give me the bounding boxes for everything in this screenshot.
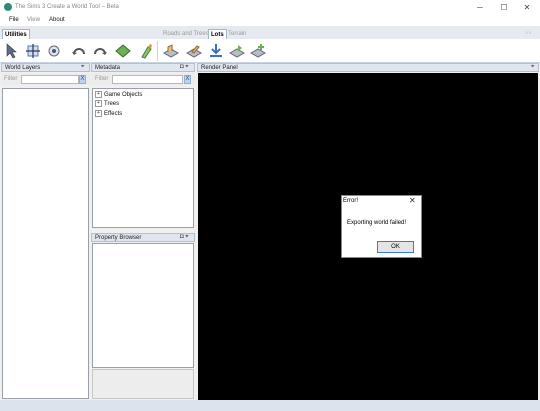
error-message: Exporting world failed! xyxy=(347,220,407,226)
lot-icon[interactable] xyxy=(162,42,180,60)
world-layers-filter-label: Filter xyxy=(4,76,18,82)
expand-trees-icon[interactable]: + xyxy=(95,100,102,107)
world-layers-list[interactable] xyxy=(2,88,89,399)
render-panel-header: Render Panel xyxy=(197,63,539,72)
world-layers-filter-clear-button[interactable]: X xyxy=(79,75,86,84)
tab-scroll-controls[interactable]: ‹ › xyxy=(526,30,531,36)
tree-item-label: Game Objects xyxy=(104,92,143,99)
paint-brush-icon[interactable] xyxy=(137,42,155,60)
redo-icon[interactable] xyxy=(91,42,109,60)
metadata-float-pin-icons[interactable]: ◘ ⌖ xyxy=(180,64,189,71)
minimize-button[interactable]: ─ xyxy=(468,1,492,13)
ribbon-tab-strip xyxy=(0,26,540,40)
app-logo-icon xyxy=(4,3,12,11)
metadata-title: Metadata xyxy=(95,65,121,71)
expand-game-objects-icon[interactable]: + xyxy=(95,91,102,98)
window-title: The Sims 3 Create a World Tool – Beta xyxy=(15,4,119,10)
ribbon-separator xyxy=(157,41,158,61)
ok-button[interactable]: OK xyxy=(377,241,414,253)
view-icon[interactable] xyxy=(45,42,63,60)
tree-item-trees[interactable]: + Trees xyxy=(95,100,119,108)
menu-about[interactable]: About xyxy=(49,16,65,24)
tree-item-label: Trees xyxy=(104,101,120,108)
world-layers-title: World Layers xyxy=(5,65,41,71)
metadata-filter-clear-button[interactable]: X xyxy=(184,75,191,84)
error-dialog-title: Error! xyxy=(343,198,358,204)
world-layers-pin-icon[interactable]: ⌖ xyxy=(81,64,84,71)
tree-item-label: Effects xyxy=(104,111,123,118)
status-bar xyxy=(0,400,540,411)
undo-icon[interactable] xyxy=(70,42,88,60)
tree-item-game-objects[interactable]: + Game Objects xyxy=(95,91,142,99)
terrain-paint-icon[interactable] xyxy=(114,42,132,60)
menu-view[interactable]: View xyxy=(27,16,40,24)
render-panel-title: Render Panel xyxy=(201,65,238,71)
metadata-filter-input[interactable] xyxy=(112,75,183,84)
metadata-filter-label: Filter xyxy=(95,76,109,82)
world-layers-filter-input[interactable] xyxy=(21,75,79,84)
lot-export-icon[interactable] xyxy=(228,42,246,60)
error-dialog-close-button[interactable]: ✕ xyxy=(409,196,416,205)
property-browser-description xyxy=(92,369,194,399)
property-browser-title: Property Browser xyxy=(95,235,142,241)
close-button[interactable]: ✕ xyxy=(515,1,539,13)
metadata-tree xyxy=(92,88,194,228)
property-browser-grid[interactable] xyxy=(92,243,194,368)
lot-download-icon[interactable] xyxy=(207,42,225,60)
tree-item-effects[interactable]: + Effects xyxy=(95,110,122,118)
property-browser-float-pin-icons[interactable]: ◘ ⌖ xyxy=(180,234,189,241)
maximize-button[interactable]: ☐ xyxy=(492,1,516,13)
world-layers-header: World Layers xyxy=(1,63,90,72)
menu-bar xyxy=(0,14,540,26)
select-arrow-icon[interactable] xyxy=(4,42,22,60)
render-panel-pin-icon[interactable]: ⌖ xyxy=(531,64,534,71)
move-icon[interactable] xyxy=(24,42,42,60)
expand-effects-icon[interactable]: + xyxy=(95,110,102,117)
lot-add-icon[interactable] xyxy=(249,42,267,60)
menu-file[interactable]: File xyxy=(9,16,19,24)
lot-edit-icon[interactable] xyxy=(185,42,203,60)
